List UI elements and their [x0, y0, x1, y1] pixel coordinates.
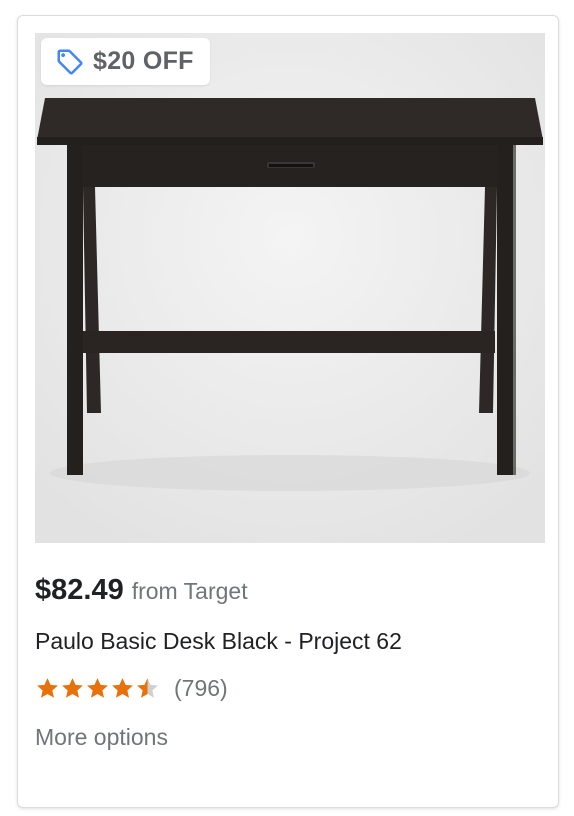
star-full-icon — [37, 678, 58, 698]
product-price: $82.49 — [35, 574, 124, 606]
rating-row: (796) — [35, 675, 228, 702]
discount-badge: $20 OFF — [41, 38, 210, 85]
star-full-icon — [87, 678, 108, 698]
product-title[interactable]: Paulo Basic Desk Black - Project 62 — [35, 628, 402, 655]
star-full-icon — [62, 678, 83, 698]
product-card[interactable]: $20 OFF $82.49 from Target Paulo Basic D… — [17, 15, 559, 808]
product-image[interactable]: $20 OFF — [35, 33, 545, 543]
tag-icon — [55, 47, 85, 77]
merchant-name: from Target — [131, 578, 248, 604]
review-count[interactable]: (796) — [174, 675, 228, 702]
star-full-icon — [112, 678, 133, 698]
more-options-link[interactable]: More options — [35, 724, 168, 751]
star-rating — [35, 676, 160, 701]
price-row: $82.49 from Target — [35, 574, 248, 607]
star-half-icon — [137, 678, 158, 698]
discount-badge-text: $20 OFF — [93, 47, 194, 75]
